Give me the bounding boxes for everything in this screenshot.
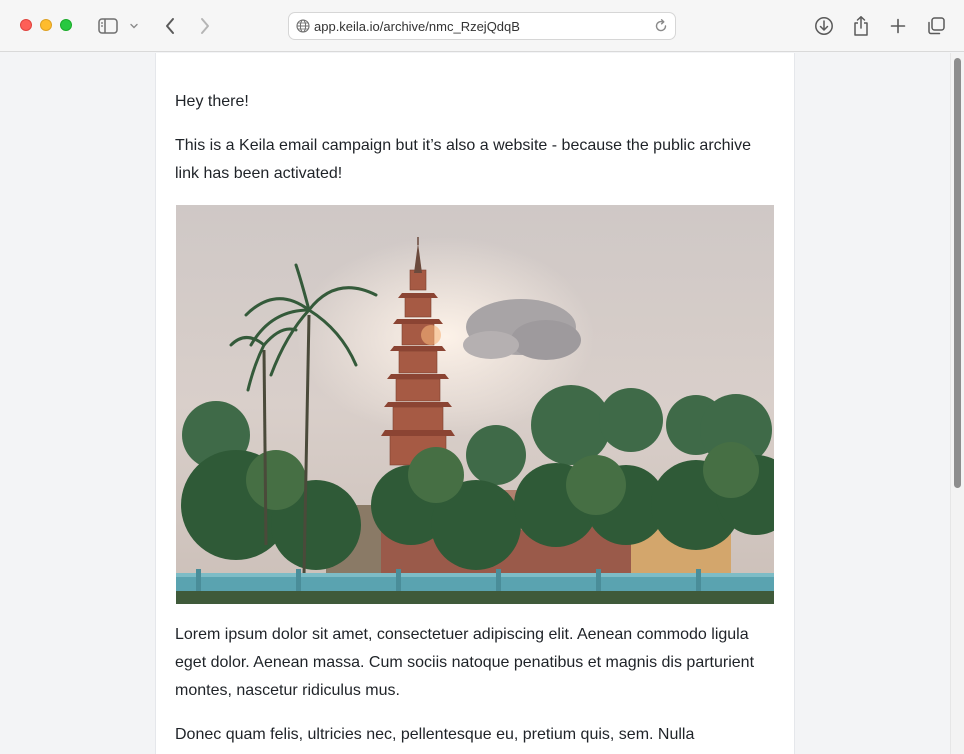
page-viewport: Hey there! This is a Keila email campaig…	[0, 53, 950, 754]
share-button[interactable]	[848, 13, 874, 39]
window-maximize-button[interactable]	[60, 19, 72, 31]
body-paragraph-2: Donec quam felis, ultricies nec, pellent…	[175, 726, 695, 743]
back-button[interactable]	[157, 13, 183, 39]
page-scrollbar-thumb[interactable]	[954, 58, 961, 488]
forward-button[interactable]	[192, 13, 218, 39]
browser-toolbar: app.keila.io/archive/nmc_RzejQdqB	[0, 0, 964, 52]
window-minimize-button[interactable]	[40, 19, 52, 31]
window-close-button[interactable]	[20, 19, 32, 31]
intro-paragraph: This is a Keila email campaign but it’s …	[175, 137, 751, 182]
sidebar-toggle-button[interactable]	[95, 13, 121, 39]
body-paragraph-1: Lorem ipsum dolor sit amet, consectetuer…	[175, 626, 755, 699]
reload-icon[interactable]	[653, 18, 669, 34]
back-arrow-icon	[166, 18, 174, 34]
sidebar-menu-button[interactable]	[124, 13, 144, 39]
globe-icon	[296, 19, 310, 33]
sidebar-icon	[98, 18, 118, 34]
address-bar[interactable]: app.keila.io/archive/nmc_RzejQdqB	[288, 12, 676, 40]
tab-overview-button[interactable]	[923, 13, 949, 39]
greeting-text: Hey there!	[175, 93, 249, 110]
new-tab-button[interactable]	[885, 13, 911, 39]
forward-arrow-icon	[201, 18, 209, 34]
chevron-down-icon	[130, 23, 138, 29]
downloads-button[interactable]	[811, 13, 837, 39]
plus-icon	[890, 18, 906, 34]
address-url: app.keila.io/archive/nmc_RzejQdqB	[314, 19, 520, 34]
email-archive-content: Hey there! This is a Keila email campaig…	[155, 53, 795, 754]
share-icon	[854, 16, 868, 36]
tab-overview-icon	[928, 17, 945, 35]
download-icon	[815, 17, 833, 35]
pagoda-photo	[176, 205, 774, 604]
